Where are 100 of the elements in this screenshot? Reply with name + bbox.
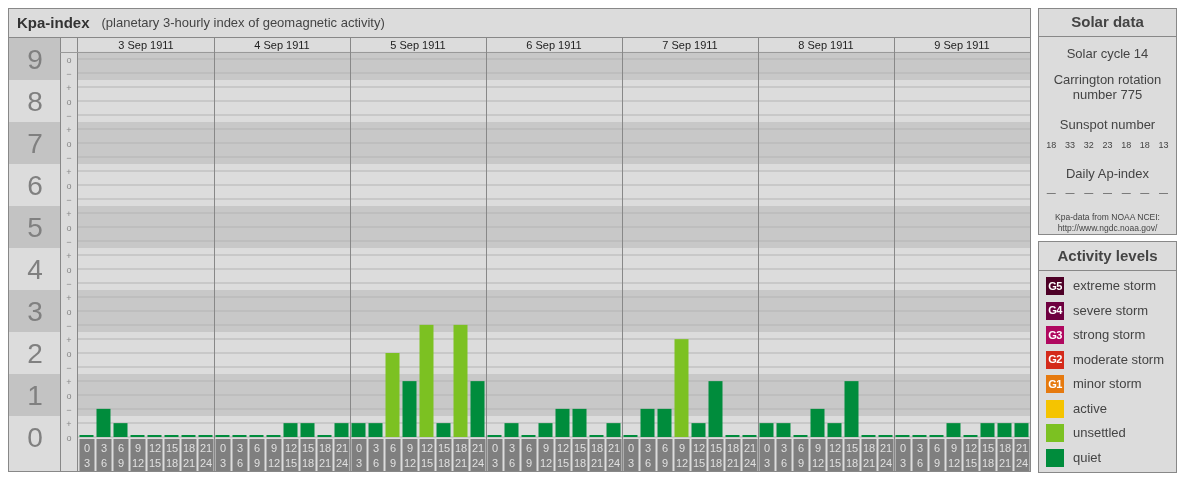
tick-label: − [66, 236, 72, 247]
ap-index-value: — [1102, 186, 1112, 200]
date-label: 6 Sep 1911 [526, 38, 582, 51]
ap-index-value: — [1121, 186, 1131, 200]
ap-index-value: — [1046, 186, 1056, 200]
interval-label: 9 12 [946, 438, 962, 471]
ap-index-value: — [1065, 186, 1075, 200]
interval-label: 12 15 [691, 438, 707, 471]
interval-label: 6 9 [929, 438, 945, 471]
rotation-text: Carrington rotation number 775 [1052, 72, 1163, 102]
interval-label: 3 6 [776, 438, 792, 471]
interval-label: 18 21 [317, 438, 333, 471]
interval-label: 12 15 [419, 438, 435, 471]
tick-label: + [66, 292, 72, 303]
axis-label: 7 [27, 127, 43, 159]
level-badge: G3 [1046, 326, 1064, 344]
interval-label: 0 3 [487, 438, 503, 471]
tick-label: + [66, 82, 72, 93]
scale-band [9, 289, 60, 332]
interval-label: 21 24 [470, 438, 486, 471]
sunspot-value: 18 [1121, 138, 1132, 152]
scale-band [9, 37, 60, 80]
tick-label: − [66, 110, 72, 121]
interval-label: 15 18 [164, 438, 180, 471]
interval-label: 9 12 [538, 438, 554, 471]
axis-label: 4 [27, 253, 43, 285]
interval-label: 0 3 [895, 438, 911, 471]
date-label: 3 Sep 1911 [118, 38, 174, 51]
interval-label: 15 18 [436, 438, 452, 471]
legend-label: extreme storm [1073, 277, 1157, 296]
ap-index-value: — [1140, 186, 1150, 200]
tick-label: o [66, 390, 72, 401]
tick-label: o [66, 96, 72, 107]
sunspot-label: Sunspot number [1059, 116, 1156, 134]
axis-label: 3 [27, 295, 43, 327]
tick-label: o [66, 54, 72, 65]
tick-label: + [66, 208, 72, 219]
interval-label: 0 3 [215, 438, 231, 471]
legend-label: unsettled [1073, 424, 1126, 443]
interval-label: 15 18 [300, 438, 316, 471]
date-label: 7 Sep 1911 [662, 38, 718, 51]
interval-label: 21 24 [1014, 438, 1030, 471]
ap-index-value: — [1159, 186, 1169, 200]
interval-label: 21 24 [878, 438, 894, 471]
interval-label: 3 6 [640, 438, 656, 471]
interval-label: 12 15 [963, 438, 979, 471]
interval-label: 21 24 [742, 438, 758, 471]
interval-label: 18 21 [589, 438, 605, 471]
tick-label: − [66, 320, 72, 331]
interval-label: 0 3 [351, 438, 367, 471]
legend-label: severe storm [1073, 301, 1149, 320]
interval-label: 12 15 [147, 438, 163, 471]
tick-label: + [66, 376, 72, 387]
interval-label: 21 24 [606, 438, 622, 471]
panel-title: Activity levels [1039, 242, 1176, 271]
interval-label: 21 24 [334, 438, 350, 471]
interval-label: 3 6 [232, 438, 248, 471]
axis-label: 5 [27, 211, 43, 243]
scale-band [9, 205, 60, 248]
tick-label: o [66, 348, 72, 359]
tick-label: + [66, 124, 72, 135]
interval-label: 0 3 [79, 438, 95, 471]
date-label: 8 Sep 1911 [798, 38, 854, 51]
interval-label: 6 9 [793, 438, 809, 471]
tick-label: o [66, 222, 72, 233]
tick-label: − [66, 278, 72, 289]
interval-label: 0 3 [623, 438, 639, 471]
sunspot-value: 33 [1065, 138, 1076, 152]
date-label: 5 Sep 1911 [390, 38, 446, 51]
date-label: 9 Sep 1911 [934, 38, 990, 51]
axis-label: 2 [27, 337, 43, 369]
tick-label: − [66, 362, 72, 373]
axis-label: 8 [27, 85, 43, 117]
interval-label: 21 24 [198, 438, 214, 471]
level-badge: G1 [1046, 375, 1064, 393]
interval-label: 3 6 [504, 438, 520, 471]
chart-subtitle: (planetary 3-hourly index of geomagnetic activity) [101, 14, 385, 33]
interval-label: 6 9 [657, 438, 673, 471]
legend-label: quiet [1073, 448, 1102, 467]
interval-label: 3 6 [368, 438, 384, 471]
level-badge: G2 [1046, 350, 1064, 369]
interval-label: 12 15 [827, 438, 843, 471]
axis-label: 0 [27, 421, 43, 453]
axis-label: 6 [27, 169, 43, 201]
interval-label: 3 6 [96, 438, 112, 471]
tick-label: o [66, 138, 72, 149]
sunspot-value: 23 [1102, 138, 1113, 152]
sunspot-value: 18 [1046, 138, 1057, 152]
legend-label: minor storm [1073, 375, 1142, 394]
interval-label: 0 3 [759, 438, 775, 471]
tick-label: + [66, 418, 72, 429]
interval-label: 6 9 [385, 438, 401, 471]
scale-band [9, 373, 60, 416]
interval-label: 9 12 [130, 438, 146, 471]
ap-index-value: — [1084, 186, 1094, 200]
sunspot-value: 13 [1158, 138, 1169, 152]
interval-label: 9 12 [674, 438, 690, 471]
interval-label: 15 18 [708, 438, 724, 471]
tick-label: + [66, 166, 72, 177]
tick-label: − [66, 404, 72, 415]
